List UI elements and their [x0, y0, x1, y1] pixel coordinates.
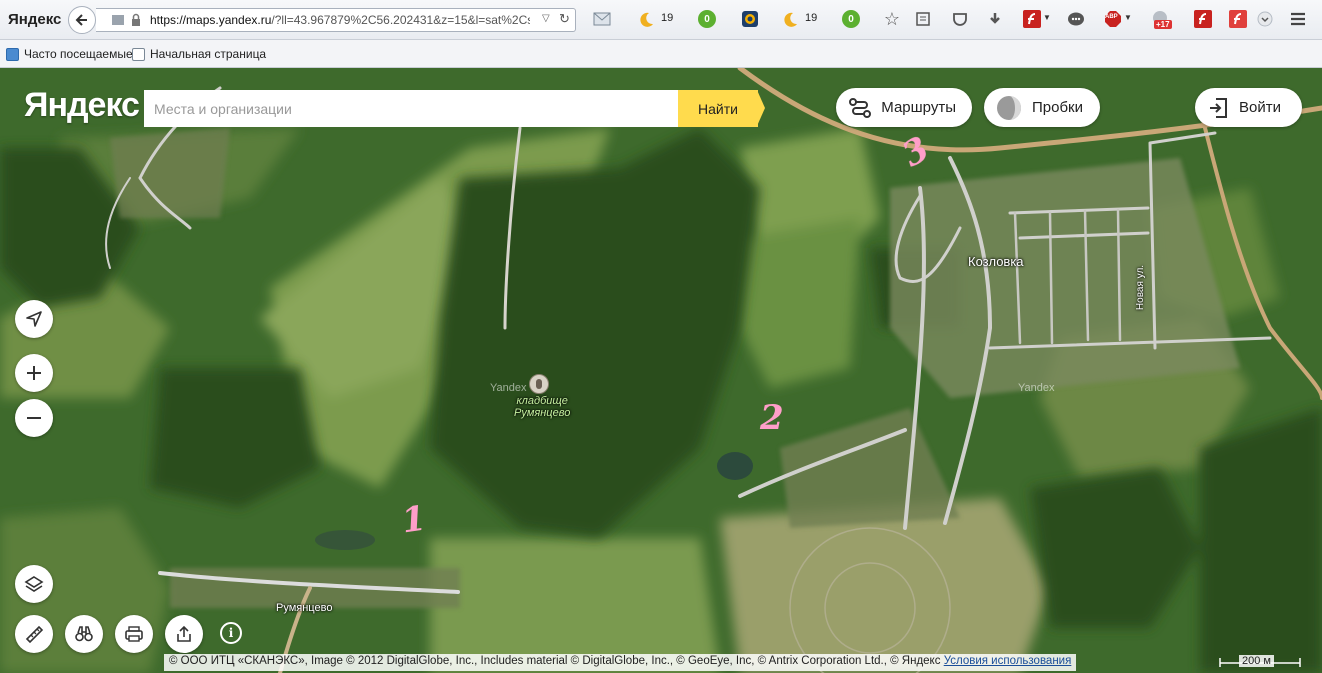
chat-icon[interactable]: [1066, 9, 1086, 29]
flash-icon-2[interactable]: [1193, 9, 1213, 29]
geolocation-button[interactable]: [15, 300, 53, 338]
ruler-icon: [25, 625, 44, 644]
adblock-dropdown-icon[interactable]: ▼: [1124, 13, 1132, 22]
bookmark-start-page[interactable]: Начальная страница: [132, 47, 266, 61]
address-bar[interactable]: https://maps.yandex.ru/?ll=43.967879%2C5…: [96, 8, 576, 32]
mail-icon[interactable]: [592, 9, 612, 29]
notification-icon[interactable]: +17: [1150, 9, 1172, 29]
weather-temp-1: 19: [661, 12, 674, 24]
pocket-icon[interactable]: [950, 9, 970, 29]
zoom-in-button[interactable]: [15, 354, 53, 392]
ruler-button[interactable]: [15, 615, 53, 653]
weather-temp-2: 19: [805, 12, 818, 24]
map-view[interactable]: Яндекс Найти Маршруты Пробки Войти i: [0, 68, 1322, 673]
page-icon: [132, 47, 145, 61]
bookmark-folder-icon: [6, 47, 19, 61]
login-icon: [1210, 97, 1227, 118]
back-button[interactable]: [68, 6, 96, 34]
layers-icon: [24, 576, 44, 592]
share-button[interactable]: [165, 615, 203, 653]
traffic-icon: [997, 95, 1021, 120]
weather-moon-icon[interactable]: [636, 9, 656, 29]
back-arrow-icon: [75, 14, 87, 26]
zoom-out-button[interactable]: [15, 399, 53, 437]
yandex-logo[interactable]: Яндекс: [24, 86, 140, 125]
reading-list-icon[interactable]: [913, 9, 933, 29]
satellite-imagery: [0, 68, 1322, 673]
lock-icon: [126, 10, 146, 30]
annotation-2: 2: [760, 398, 784, 438]
search-input[interactable]: [144, 90, 678, 127]
info-icon[interactable]: i: [220, 622, 242, 644]
browser-brand-logo: Яндекс: [8, 11, 62, 28]
cemetery-label: кладбище Румянцево: [514, 395, 571, 419]
login-label: Войти: [1239, 99, 1281, 116]
weather-moon-icon-2[interactable]: [780, 9, 800, 29]
layers-button[interactable]: [15, 565, 53, 603]
hamburger-menu-icon[interactable]: [1288, 9, 1308, 29]
flash-icon[interactable]: [1022, 9, 1042, 29]
print-button[interactable]: [115, 615, 153, 653]
flash-icon-3[interactable]: [1228, 9, 1248, 29]
panorama-button[interactable]: [65, 615, 103, 653]
minus-icon: [27, 417, 41, 419]
village-label-kozlovka: Козловка: [968, 254, 1024, 269]
routes-label: Маршруты: [881, 99, 956, 116]
search-button[interactable]: Найти: [678, 90, 758, 127]
village-label-rumyantsevo: Румянцево: [276, 602, 333, 614]
share-icon: [177, 625, 191, 642]
yandex-watermark-2: Yandex: [1018, 382, 1055, 394]
page-icon: [108, 10, 128, 30]
counter-badge-1[interactable]: 0: [697, 9, 717, 29]
traffic-label: Пробки: [1032, 99, 1083, 116]
counter-badge-2[interactable]: 0: [841, 9, 861, 29]
bookmark-star-icon[interactable]: ☆: [882, 9, 902, 29]
traffic-button[interactable]: Пробки: [984, 88, 1100, 127]
bookmarks-bar: Часто посещаемые Начальная страница: [0, 40, 1322, 68]
login-button[interactable]: Войти: [1195, 88, 1302, 127]
copyright-bar: © ООО ИТЦ «СКАНЭКС», Image © 2012 Digita…: [164, 654, 1077, 671]
navigation-arrow-icon: [26, 311, 42, 327]
copyright-text: © ООО ИТЦ «СКАНЭКС», Image © 2012 Digita…: [169, 655, 941, 667]
cemetery-marker-icon[interactable]: [529, 374, 549, 394]
scale-label: 200 м: [1239, 655, 1274, 667]
yandex-watermark-1: Yandex: [490, 382, 527, 394]
reload-icon[interactable]: ↻: [559, 11, 570, 27]
terms-link[interactable]: Условия использования: [944, 655, 1072, 667]
search-button-tip: [757, 90, 765, 126]
download-icon[interactable]: [985, 9, 1005, 29]
flash-dropdown-icon[interactable]: ▼: [1043, 13, 1051, 22]
adblock-icon[interactable]: ABP: [1103, 9, 1123, 29]
browser-toolbar: Яндекс https://maps.yandex.ru/?ll=43.967…: [0, 0, 1322, 40]
speed-dial-icon[interactable]: [740, 9, 760, 29]
binoculars-icon: [75, 626, 93, 642]
street-label-novaya: Новая ул.: [1135, 264, 1147, 311]
route-icon: [849, 97, 871, 118]
overflow-chevron-icon[interactable]: [1255, 9, 1275, 29]
printer-icon: [125, 626, 143, 642]
routes-button[interactable]: Маршруты: [836, 88, 972, 127]
url-text: https://maps.yandex.ru/?ll=43.967879%2C5…: [150, 13, 530, 27]
bookmark-most-visited[interactable]: Часто посещаемые: [6, 47, 133, 61]
dropdown-icon[interactable]: ▽: [542, 13, 550, 24]
plus-icon: [27, 366, 41, 380]
